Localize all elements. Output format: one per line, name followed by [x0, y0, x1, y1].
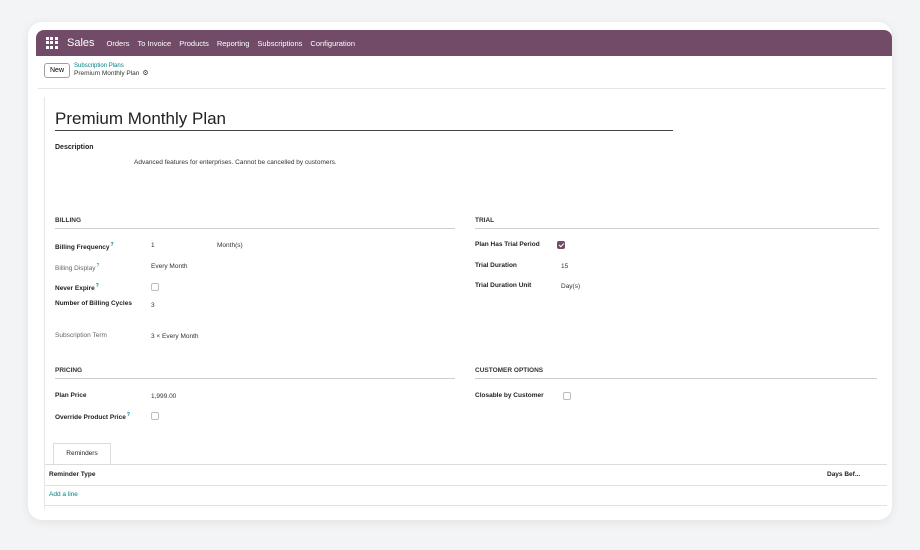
billing-frequency-label: Billing Frequency? [55, 242, 114, 252]
closable-checkbox[interactable] [563, 392, 571, 400]
has-trial-label: Plan Has Trial Period [475, 241, 540, 248]
billing-display-label: Billing Display? [55, 263, 100, 273]
nav-item-subscriptions[interactable]: Subscriptions [257, 39, 302, 48]
tab-reminders[interactable]: Reminders [53, 443, 111, 465]
help-tooltip-icon[interactable]: ? [127, 412, 130, 418]
billing-frequency-input[interactable]: 1 [151, 242, 155, 249]
help-tooltip-icon[interactable]: ? [111, 242, 114, 248]
gear-icon[interactable]: ⚙ [142, 69, 148, 77]
nav-item-orders[interactable]: Orders [107, 39, 130, 48]
billing-cycles-input[interactable]: 3 [151, 302, 155, 309]
column-reminder-type[interactable]: Reminder Type [49, 471, 95, 478]
breadcrumb: Subscription Plans Premium Monthly Plan … [74, 63, 149, 77]
nav-item-to-invoice[interactable]: To Invoice [137, 39, 171, 48]
nav-item-products[interactable]: Products [179, 39, 209, 48]
breadcrumb-current: Premium Monthly Plan [74, 69, 140, 77]
trial-duration-input[interactable]: 15 [561, 263, 568, 270]
override-price-checkbox[interactable] [151, 412, 159, 420]
form-area: Premium Monthly Plan Description Advance… [38, 88, 887, 509]
app-menu-icon[interactable] [46, 37, 58, 49]
has-trial-checkbox[interactable] [557, 241, 565, 249]
table-header-divider [45, 485, 887, 486]
plan-price-label: Plan Price [55, 392, 87, 399]
form-sheet: Premium Monthly Plan Description Advance… [44, 97, 887, 509]
customer-options-heading: CUSTOMER OPTIONS [475, 367, 877, 379]
record-title: Premium Monthly Plan [55, 109, 227, 128]
closable-label: Closable by Customer [475, 392, 544, 399]
tab-divider [45, 464, 887, 465]
control-panel: New Subscription Plans Premium Monthly P… [44, 58, 149, 82]
description-field[interactable]: Advanced features for enterprises. Canno… [134, 159, 337, 166]
help-tooltip-icon[interactable]: ? [96, 283, 99, 289]
top-navbar: Sales Orders To Invoice Products Reporti… [36, 30, 892, 56]
plan-price-input[interactable]: 1,999.00 [151, 393, 176, 400]
never-expire-checkbox[interactable] [151, 283, 159, 291]
billing-frequency-unit[interactable]: Month(s) [217, 242, 243, 249]
nav-item-configuration[interactable]: Configuration [310, 39, 355, 48]
nav-brand[interactable]: Sales [67, 37, 95, 49]
column-days-before[interactable]: Days Bef... [827, 471, 860, 478]
pricing-heading: PRICING [55, 367, 455, 379]
help-tooltip-icon[interactable]: ? [96, 263, 99, 269]
trial-unit-select[interactable]: Day(s) [561, 283, 580, 290]
new-button[interactable]: New [44, 62, 71, 78]
table-footer-divider [45, 505, 887, 506]
description-label: Description [55, 144, 94, 151]
subscription-term-label: Subscription Term [55, 332, 107, 339]
never-expire-label: Never Expire? [55, 283, 99, 293]
override-price-label: Override Product Price? [55, 412, 130, 422]
trial-heading: TRIAL [475, 217, 879, 229]
billing-cycles-label: Number of Billing Cycles [55, 300, 132, 307]
billing-display-value: Every Month [151, 263, 188, 270]
subscription-term-value: 3 × Every Month [151, 333, 199, 340]
trial-duration-label: Trial Duration [475, 262, 517, 269]
title-field[interactable]: Premium Monthly Plan [55, 109, 673, 131]
trial-unit-label: Trial Duration Unit [475, 282, 532, 289]
app-window: Sales Orders To Invoice Products Reporti… [28, 22, 892, 520]
nav-item-reporting[interactable]: Reporting [217, 39, 250, 48]
add-line-link[interactable]: Add a line [49, 491, 78, 498]
billing-heading: BILLING [55, 217, 455, 229]
